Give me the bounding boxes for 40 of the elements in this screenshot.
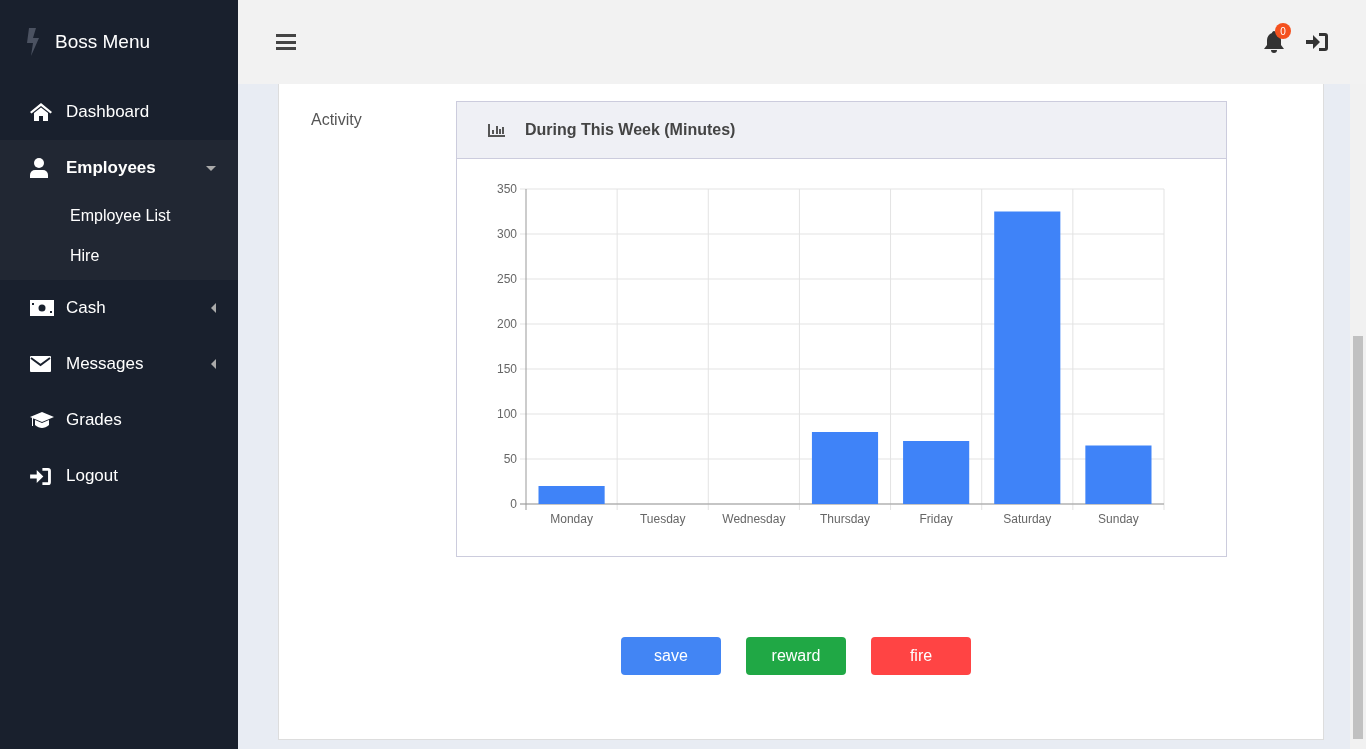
sidebar-item[interactable]: Grades — [0, 392, 238, 448]
brand-title: Boss Menu — [55, 29, 151, 54]
y-tick-label: 300 — [496, 227, 517, 241]
card-title: During This Week (Minutes) — [525, 120, 736, 140]
submenu-item[interactable]: Hire — [0, 236, 238, 276]
sidebar-item[interactable]: Dashboard — [0, 84, 238, 140]
login-icon[interactable] — [1306, 33, 1328, 51]
y-tick-label: 200 — [496, 317, 517, 331]
x-tick-label: Sunday — [1098, 512, 1139, 526]
sidebar-item[interactable]: Cash — [0, 280, 238, 336]
user-icon — [30, 158, 48, 178]
x-tick-label: Monday — [550, 512, 593, 526]
notification-badge: 0 — [1275, 23, 1291, 39]
y-tick-label: 50 — [503, 452, 517, 466]
banknote-icon — [30, 300, 54, 316]
bar-chart-icon — [488, 123, 505, 137]
x-tick-label: Saturday — [1003, 512, 1052, 526]
y-tick-label: 350 — [496, 182, 517, 196]
login-icon — [30, 467, 51, 485]
graduation-cap-icon — [30, 412, 54, 428]
sidebar-item[interactable]: Logout — [0, 448, 238, 504]
y-tick-label: 0 — [510, 497, 517, 511]
y-tick-label: 150 — [496, 362, 517, 376]
caret-down-icon — [206, 165, 216, 171]
x-tick-label: Friday — [919, 512, 953, 526]
y-tick-label: 100 — [496, 407, 517, 421]
sidebar-item[interactable]: Messages — [0, 336, 238, 392]
action-button[interactable]: save — [621, 637, 721, 675]
submenu-item[interactable]: Employee List — [0, 196, 238, 236]
home-icon — [30, 103, 52, 121]
x-tick-label: Tuesday — [639, 512, 686, 526]
x-tick-label: Wednesday — [722, 512, 786, 526]
x-tick-label: Thursday — [820, 512, 870, 526]
activity-label: Activity — [311, 110, 363, 130]
scrollbar[interactable] — [1350, 84, 1366, 749]
caret-left-icon — [211, 359, 216, 369]
y-tick-label: 250 — [496, 272, 517, 286]
menu-icon[interactable] — [276, 33, 296, 51]
envelope-icon — [30, 356, 51, 372]
caret-left-icon — [211, 303, 216, 313]
